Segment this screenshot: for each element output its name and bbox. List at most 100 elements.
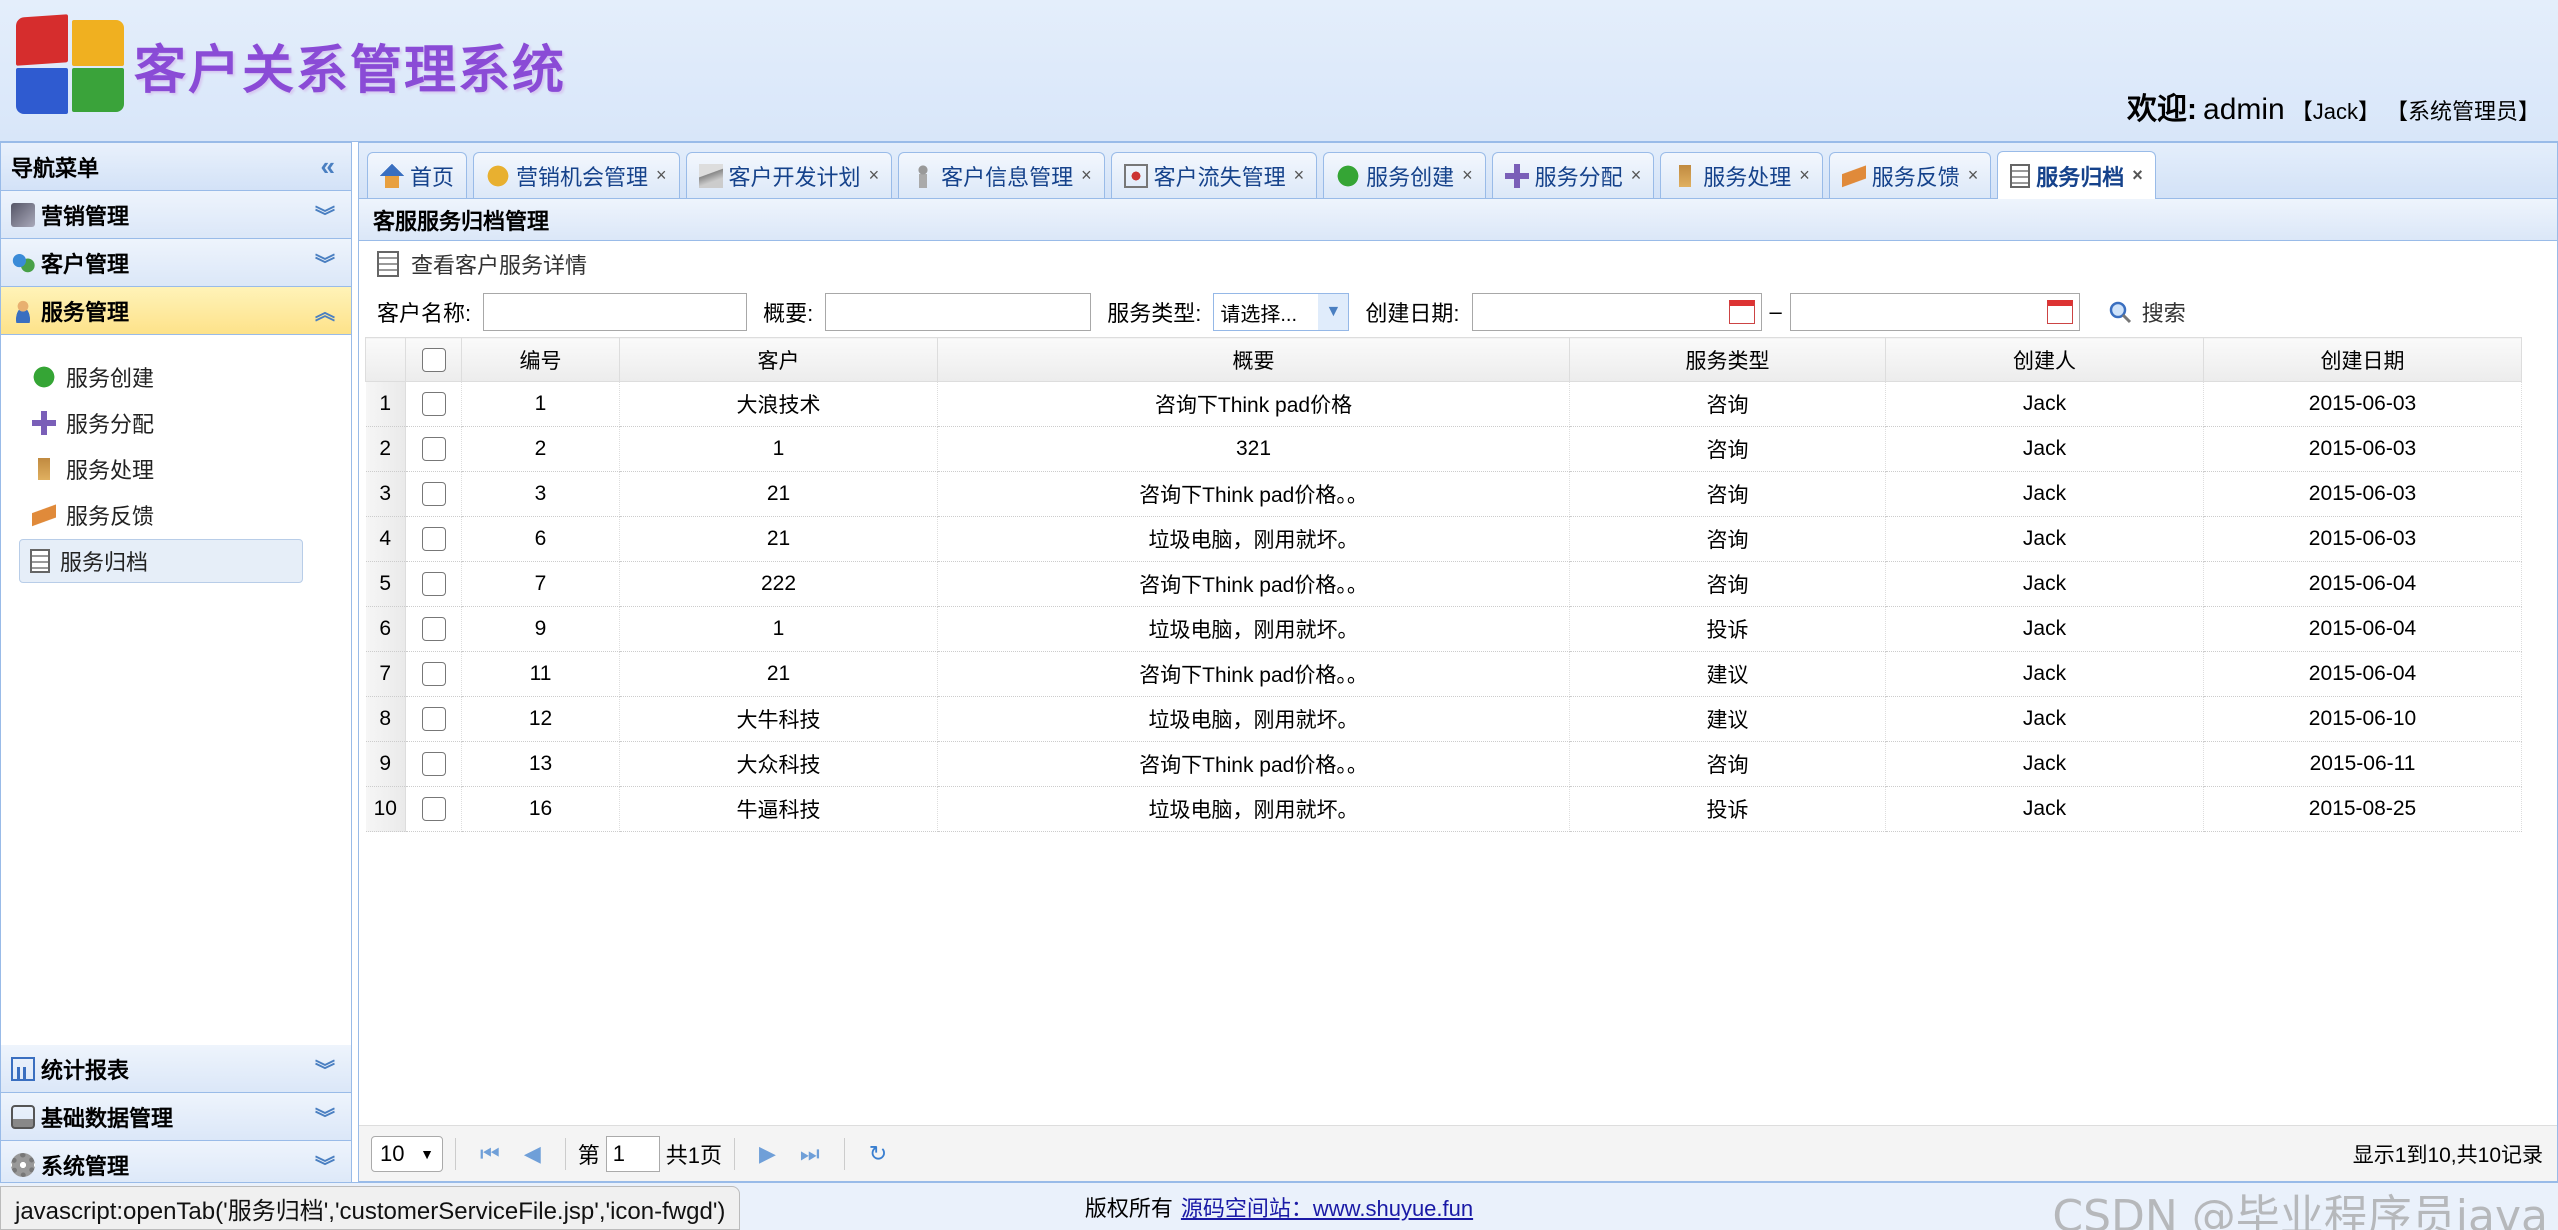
table-row[interactable]: 10 16 牛逼科技 垃圾电脑，刚用就坏。 投诉 Jack 2015-08-25 [365,786,2522,832]
row-checkbox[interactable] [421,707,446,732]
date-separator: – [1769,299,1782,324]
tab-service-process[interactable]: 服务处理 × [1660,152,1823,198]
tab-sales-opportunity[interactable]: 营销机会管理 × [473,152,680,198]
date-to-input[interactable] [1789,293,2080,331]
table-row[interactable]: 6 9 1 垃圾电脑，刚用就坏。 投诉 Jack 2015-06-04 [365,606,2522,652]
sidebar-group-marketing[interactable]: 营销管理 ︾ [1,191,351,239]
close-icon[interactable]: × [1631,165,1642,186]
close-icon[interactable]: × [1462,165,1473,186]
tab-customer-churn[interactable]: 客户流失管理 × [1110,152,1318,198]
row-checkbox[interactable] [421,527,446,552]
tab-service-feedback[interactable]: 服务反馈 × [1828,152,1992,198]
column-header[interactable]: 客户 [619,337,938,382]
row-checkbox[interactable] [421,752,446,777]
close-icon[interactable]: × [869,165,880,186]
table-row[interactable]: 9 13 大众科技 咨询下Think pad价格。。 咨询 Jack 2015-06-11 [365,741,2522,787]
select-all-checkbox[interactable] [421,347,446,372]
close-icon[interactable]: × [656,165,667,186]
sidebar-item-service-create[interactable]: 服务创建 [21,355,325,399]
first-page-icon[interactable]: ⏮ [480,1141,500,1167]
add-icon [32,365,56,389]
column-header[interactable]: 创建人 [1885,337,2204,382]
customer-name-label: 客户名称: [377,301,472,326]
row-checkbox[interactable] [421,617,446,642]
cell-id: 12 [461,696,620,742]
sidebar-item-service-assign[interactable]: 服务分配 [21,401,325,445]
cell-customer: 21 [619,516,938,562]
add-icon [1336,163,1361,188]
row-checkbox[interactable] [421,392,446,417]
cell-customer: 大浪技术 [619,381,938,427]
sidebar-group-customers[interactable]: 客户管理 ︾ [1,239,351,287]
last-page-icon[interactable]: ⏭ [800,1141,820,1167]
cell-type: 投诉 [1569,606,1886,652]
tab-customer-info[interactable]: 客户信息管理 × [898,152,1105,198]
cell-creator: Jack [1885,381,2204,427]
cell-creator: Jack [1885,606,2204,652]
sidebar-group-basic-data[interactable]: 基础数据管理 ︾ [1,1093,351,1141]
table-row[interactable]: 2 2 1 321 咨询 Jack 2015-06-03 [365,426,2522,472]
create-date-label: 创建日期: [1365,301,1460,326]
table-row[interactable]: 4 6 21 垃圾电脑，刚用就坏。 咨询 Jack 2015-06-03 [365,516,2522,562]
column-header[interactable]: 服务类型 [1569,337,1886,382]
page-prefix: 第 [577,1142,600,1168]
customer-name-input[interactable] [483,293,748,331]
summary-input[interactable] [825,293,1092,331]
page-number-input[interactable] [605,1135,660,1172]
next-page-icon[interactable]: ▶ [759,1141,776,1167]
close-icon[interactable]: × [2132,165,2143,186]
page-size-select[interactable]: 10 ▼ [371,1135,443,1172]
tab-customer-dev-plan[interactable]: 客户开发计划 × [685,152,893,198]
display-name: 【Jack】 [2290,99,2380,124]
row-number: 9 [365,741,406,787]
table-row[interactable]: 7 11 21 咨询下Think pad价格。。 建议 Jack 2015-06-04 [365,651,2522,697]
table-row[interactable]: 8 12 大牛科技 垃圾电脑，刚用就坏。 建议 Jack 2015-06-10 [365,696,2522,742]
close-icon[interactable]: × [1968,165,1979,186]
sidebar-group-service[interactable]: 服务管理 ︽ [1,287,351,335]
column-header[interactable]: 编号 [461,337,620,382]
row-checkbox[interactable] [421,797,446,822]
home-icon [380,163,404,188]
close-icon[interactable]: × [1799,165,1810,186]
calendar-icon[interactable] [1728,300,1755,324]
row-checkbox[interactable] [421,662,446,687]
cell-summary: 垃圾电脑，刚用就坏。 [937,516,1570,562]
cell-type: 咨询 [1569,381,1886,427]
close-icon[interactable]: × [1294,165,1305,186]
cell-date: 2015-06-03 [2203,426,2522,472]
row-checkbox[interactable] [421,437,446,462]
cell-id: 1 [461,381,620,427]
column-header[interactable]: 概要 [937,337,1570,382]
row-select-cell [405,786,462,832]
close-icon[interactable]: × [1081,165,1092,186]
sidebar-item-service-process[interactable]: 服务处理 [21,447,325,491]
main-panel: 首页 营销机会管理 × 客户开发计划 × 客户信息管理 × 客户流失管理 × 服… [358,142,2558,1182]
date-from-input[interactable] [1471,293,1762,331]
tab-home[interactable]: 首页 [367,152,468,198]
view-details-button[interactable]: 查看客户服务详情 [411,248,587,280]
sidebar-item-service-feedback[interactable]: 服务反馈 [21,493,325,537]
cell-customer: 1 [619,606,938,652]
collapse-sidebar-icon[interactable]: « [321,151,335,182]
table-row[interactable]: 5 7 222 咨询下Think pad价格。。 咨询 Jack 2015-06-04 [365,561,2522,607]
search-button[interactable]: 搜索 [2108,296,2186,328]
tab-service-create[interactable]: 服务创建 × [1323,152,1486,198]
prev-page-icon[interactable]: ◀ [524,1141,541,1167]
row-checkbox[interactable] [421,572,446,597]
tab-label: 服务归档 [2036,164,2125,190]
sidebar-item-service-archive[interactable]: 服务归档 [19,539,303,583]
tab-service-archive[interactable]: 服务归档 × [1997,151,2156,199]
service-type-select[interactable]: 请选择... ▼ [1213,293,1350,331]
calendar-icon[interactable] [2046,300,2073,324]
sidebar-group-reports[interactable]: 统计报表 ︾ [1,1045,351,1093]
row-checkbox[interactable] [421,482,446,507]
sidebar-group-label: 系统管理 [41,1153,130,1179]
column-header[interactable]: 创建日期 [2203,337,2522,382]
chevron-down-icon: ▼ [420,1145,434,1162]
table-row[interactable]: 3 3 21 咨询下Think pad价格。。 咨询 Jack 2015-06-03 [365,471,2522,517]
footer-link[interactable]: 源码空间站：www.shuyue.fun [1181,1191,1473,1223]
cell-creator: Jack [1885,471,2204,517]
table-row[interactable]: 1 1 大浪技术 咨询下Think pad价格 咨询 Jack 2015-06-03 [365,381,2522,427]
tab-service-assign[interactable]: 服务分配 × [1491,152,1655,198]
refresh-icon[interactable]: ↻ [869,1141,887,1167]
